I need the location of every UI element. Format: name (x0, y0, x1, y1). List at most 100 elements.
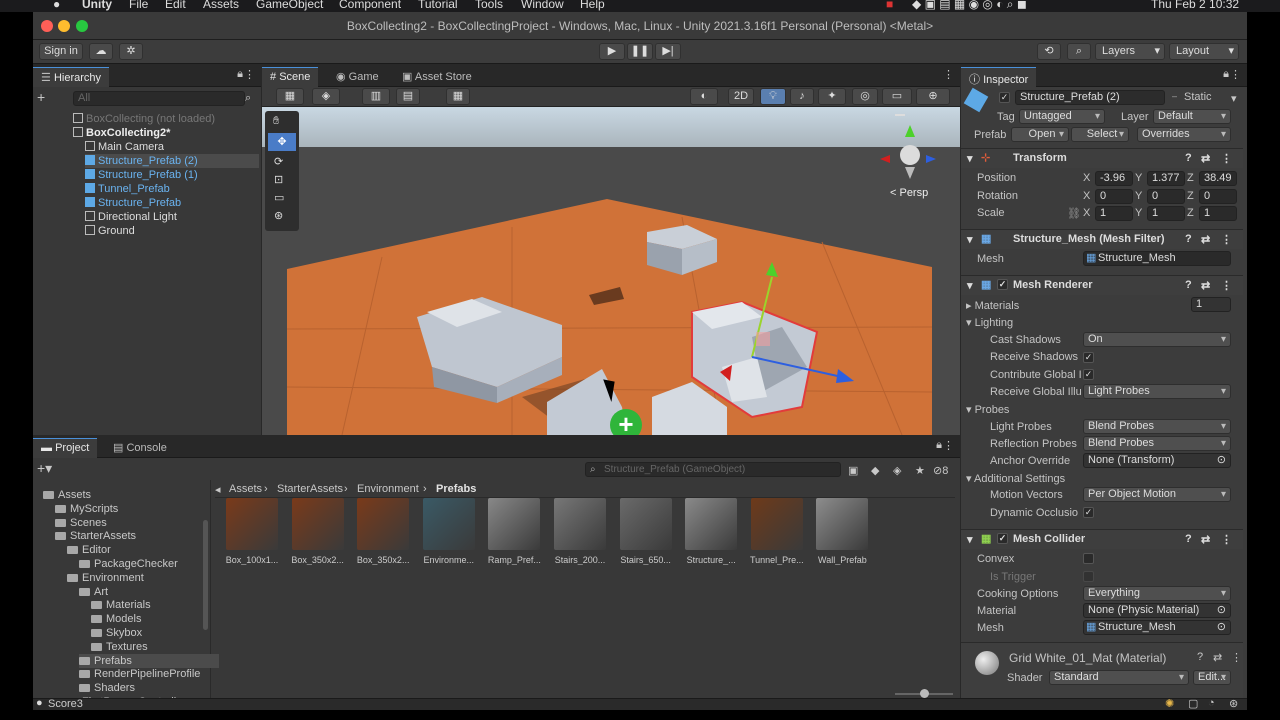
cube-view-icon[interactable]: ◈ (312, 88, 340, 105)
zoom-slider-thumb[interactable] (920, 689, 929, 698)
hierarchy-search-input[interactable]: All (73, 91, 245, 106)
collab-icon[interactable]: ✲ (119, 43, 143, 60)
cast-shadows-dropdown[interactable]: On (1083, 332, 1231, 347)
tab-project[interactable]: ▬ Project (33, 438, 98, 458)
project-tree-item[interactable]: Skybox (91, 626, 142, 640)
status-text[interactable]: Score3 (48, 698, 83, 710)
kebab-menu-icon[interactable]: ⋮ (244, 68, 255, 81)
camera-icon[interactable]: ▭ (882, 88, 912, 105)
project-tree-item[interactable]: PackageChecker (79, 557, 178, 571)
hierarchy-item[interactable]: Structure_Prefab (2) (85, 154, 259, 168)
mesh-filter-header[interactable]: ▾ ▦ Structure_Mesh (Mesh Filter) ? ⇄ ⋮ (961, 229, 1243, 249)
layer-dropdown[interactable]: Default (1153, 109, 1231, 124)
asset-item[interactable]: Stairs_200... (550, 498, 610, 565)
hierarchy-item[interactable]: Directional Light (85, 210, 259, 224)
kebab-menu-icon[interactable]: ⋮ (943, 439, 954, 452)
chevron-down-icon[interactable]: ▾ (1231, 92, 1237, 105)
link-icon[interactable]: ⛓︎ (1067, 207, 1081, 220)
project-tree-item[interactable]: Textures (91, 640, 148, 654)
tab-console[interactable]: ▤ Console (105, 438, 175, 458)
rotation-x-field[interactable]: 0 (1095, 189, 1133, 204)
step-button[interactable]: ▶| (655, 43, 681, 60)
project-tree-item[interactable]: Environment (67, 571, 144, 585)
light-probes-dropdown[interactable]: Blend Probes (1083, 419, 1231, 434)
asset-item[interactable]: Box_350x2... (288, 498, 348, 565)
shading-icon[interactable]: ◐ (690, 88, 718, 105)
apple-icon[interactable]: ● (53, 0, 60, 11)
object-picker-icon[interactable]: ⊙ (1217, 621, 1226, 634)
receive-gi-dropdown[interactable]: Light Probes (1083, 384, 1231, 399)
hierarchy-item[interactable]: Structure_Prefab (85, 196, 259, 210)
increment-icon[interactable]: ▦ (446, 88, 470, 105)
lock-icon[interactable]: 🔒︎ (1223, 68, 1229, 81)
transform-tool-icon[interactable]: ⊛ (274, 209, 283, 222)
sign-in-button[interactable]: Sign in (39, 43, 83, 60)
reflection-probes-dropdown[interactable]: Blend Probes (1083, 436, 1231, 451)
help-icon[interactable]: ? (1197, 651, 1203, 663)
prefab-select-button[interactable]: Select (1071, 127, 1129, 142)
tab-inspector[interactable]: ⓘ Inspector (961, 67, 1037, 87)
mode-2d-button[interactable]: 2D (728, 88, 754, 105)
materials-count[interactable]: 1 (1191, 297, 1231, 312)
shader-edit-button[interactable]: Edit... (1193, 670, 1231, 685)
project-tree-item[interactable]: Editor (67, 543, 111, 557)
persp-label[interactable]: < Persp (890, 187, 928, 199)
shader-dropdown[interactable]: Standard (1049, 670, 1189, 685)
hand-tool-icon[interactable]: ✋︎ (273, 115, 279, 128)
convex-checkbox[interactable] (1083, 553, 1094, 564)
tree-scrollbar[interactable] (203, 520, 208, 630)
additional-settings-foldout[interactable]: ▾ Additional Settings (966, 472, 1065, 485)
menu-help[interactable]: Help (580, 0, 605, 11)
lock-icon[interactable]: 🔒︎ (936, 439, 942, 452)
probes-foldout[interactable]: ▾ Probes (966, 403, 1009, 416)
menu-window[interactable]: Window (521, 0, 564, 11)
rotation-y-field[interactable]: 0 (1147, 189, 1185, 204)
record-icon[interactable]: ■ (886, 0, 893, 11)
hierarchy-item[interactable]: Main Camera (85, 140, 259, 154)
app-menu[interactable]: Unity (82, 0, 112, 11)
project-tree-item[interactable]: Scenes (55, 516, 107, 530)
layout-dropdown[interactable]: Layout ▾ (1169, 43, 1239, 60)
kebab-menu-icon[interactable]: ⋮ (1231, 651, 1242, 664)
project-tree-item[interactable]: Assets (43, 488, 91, 502)
kebab-menu-icon[interactable]: ⋮ (943, 68, 954, 81)
prefab-open-button[interactable]: Open (1011, 127, 1069, 142)
preset-icon[interactable]: ⇄ (1213, 651, 1222, 664)
tab-scene[interactable]: # Scene (262, 67, 319, 87)
position-z-field[interactable]: 38.49 (1199, 171, 1237, 186)
object-picker-icon[interactable]: ⊙ (1217, 454, 1226, 467)
project-tree-item[interactable]: RenderPipelineProfile (79, 667, 200, 681)
rect-tool-icon[interactable]: ▭ (274, 191, 284, 204)
kebab-menu-icon[interactable]: ⋮ (1221, 279, 1232, 292)
collider-mesh-field[interactable]: ▦ Structure_Mesh ⊙ (1083, 620, 1231, 635)
position-y-field[interactable]: 1.377 (1147, 171, 1185, 186)
prefab-overrides-dropdown[interactable]: Overrides (1137, 127, 1231, 142)
mesh-renderer-checkbox[interactable]: ✓ (997, 279, 1008, 290)
asset-item[interactable]: Wall_Prefab (812, 498, 872, 565)
lock-icon[interactable]: 🔒︎ (237, 68, 243, 81)
breadcrumb-assets[interactable]: Assets (229, 483, 262, 495)
tab-asset-store[interactable]: ▣ Asset Store (394, 67, 480, 87)
mesh-renderer-header[interactable]: ▾ ▦ ✓ Mesh Renderer ? ⇄ ⋮ (961, 275, 1243, 295)
hierarchy-item[interactable]: Ground (85, 224, 259, 238)
physic-material-field[interactable]: None (Physic Material) ⊙ (1083, 603, 1231, 618)
project-tree-item[interactable]: Materials (91, 598, 151, 612)
menu-assets[interactable]: Assets (203, 0, 239, 11)
scale-x-field[interactable]: 1 (1095, 206, 1133, 221)
hierarchy-scene[interactable]: BoxCollecting2* (73, 126, 259, 140)
pause-button[interactable]: ❚❚ (627, 43, 653, 60)
motion-vectors-dropdown[interactable]: Per Object Motion (1083, 487, 1231, 502)
menu-tools[interactable]: Tools (475, 0, 503, 11)
filter-label-icon[interactable]: ◆ (871, 464, 879, 477)
preset-icon[interactable]: ⇄ (1201, 233, 1210, 246)
menu-component[interactable]: Component (339, 0, 401, 11)
add-icon[interactable]: +▾ (37, 461, 52, 475)
menu-file[interactable]: File (129, 0, 148, 11)
materials-foldout[interactable]: ▸ Materials (966, 299, 1019, 312)
project-tree-item[interactable]: Art (79, 585, 108, 599)
asset-item[interactable]: Ramp_Pref... (484, 498, 544, 565)
preset-icon[interactable]: ⇄ (1201, 533, 1210, 546)
project-tree-item[interactable]: MyScripts (55, 502, 118, 516)
draw-mode-icon[interactable]: ▦ (276, 88, 304, 105)
cloud-icon[interactable]: ☁ (89, 43, 113, 60)
